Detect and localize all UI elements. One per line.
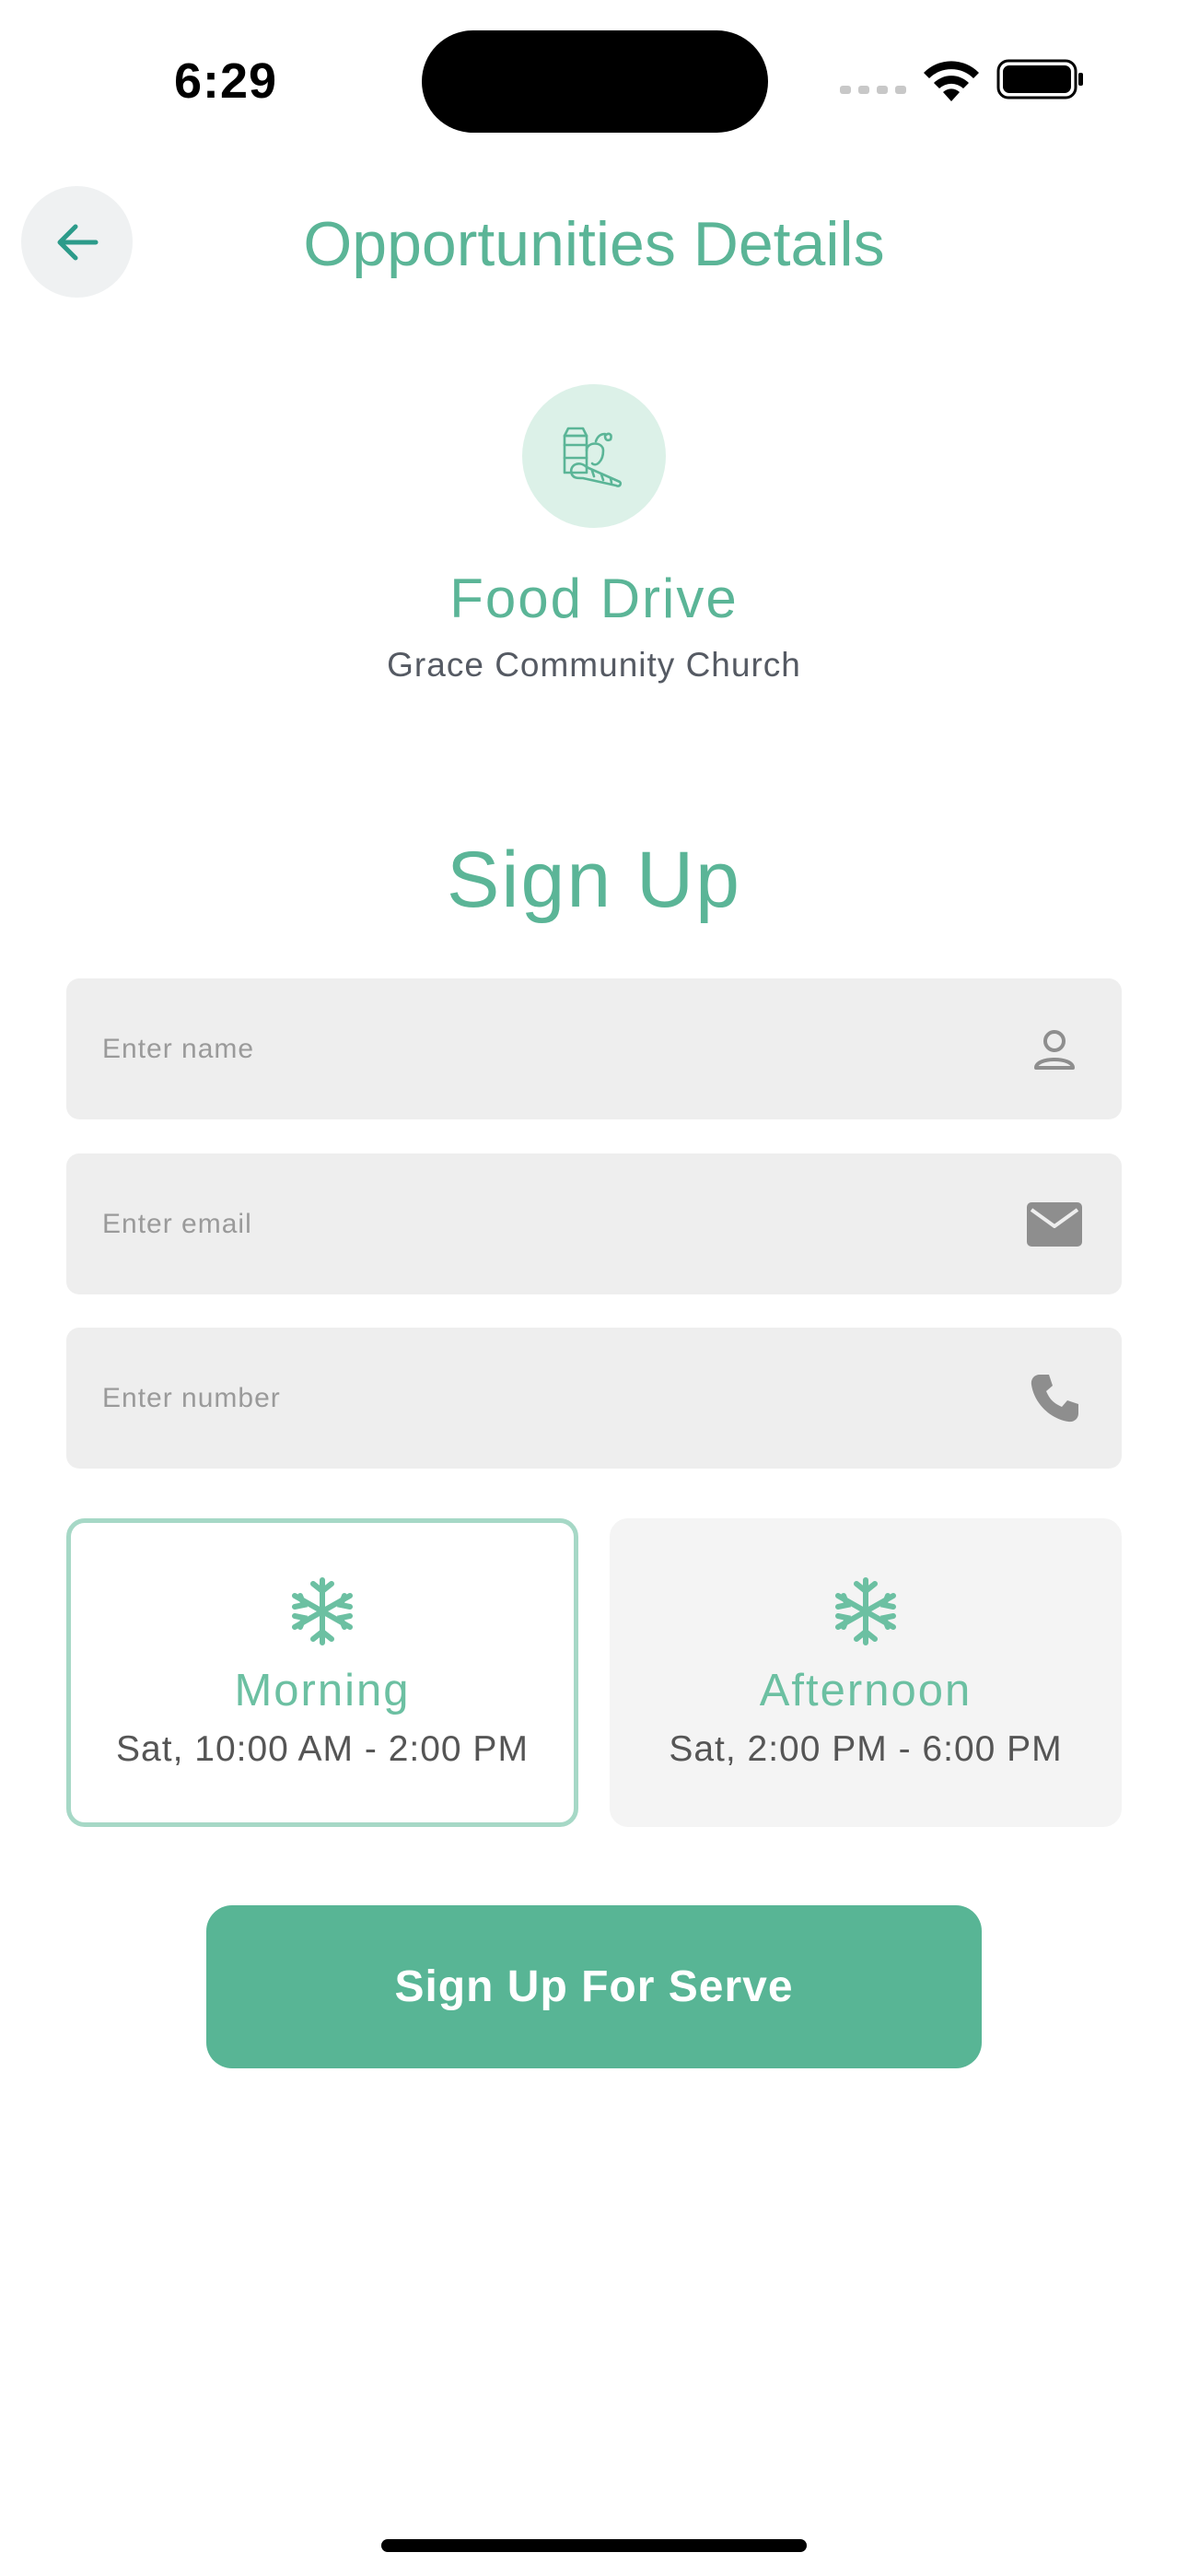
email-field[interactable]	[66, 1153, 1122, 1295]
name-field[interactable]	[66, 978, 1122, 1120]
shift-card-afternoon[interactable]: Afternoon Sat, 2:00 PM - 6:00 PM	[610, 1518, 1122, 1827]
home-indicator[interactable]	[381, 2539, 807, 2552]
mail-icon	[1022, 1192, 1087, 1257]
shift-label: Morning	[234, 1666, 411, 1715]
shift-time: Sat, 10:00 AM - 2:00 PM	[116, 1729, 529, 1769]
number-field[interactable]	[66, 1327, 1122, 1469]
snowflake-icon	[292, 1577, 353, 1645]
dynamic-island	[422, 30, 768, 133]
opportunity-organization: Grace Community Church	[387, 646, 801, 684]
opportunity-name: Food Drive	[449, 568, 739, 629]
page-title: Opportunities Details	[303, 209, 885, 279]
back-button[interactable]	[21, 186, 133, 298]
name-input[interactable]	[100, 978, 1022, 1120]
email-input[interactable]	[100, 1153, 1022, 1295]
person-icon	[1022, 1017, 1087, 1082]
signup-heading: Sign Up	[447, 836, 741, 924]
shift-time: Sat, 2:00 PM - 6:00 PM	[669, 1729, 1063, 1769]
grocery-bag-icon	[563, 427, 623, 487]
opportunity-avatar	[522, 384, 666, 528]
arrow-left-icon	[57, 224, 98, 260]
shift-label: Afternoon	[759, 1666, 973, 1715]
wifi-icon	[924, 61, 979, 101]
status-bar-time: 6:29	[173, 53, 278, 109]
phone-icon	[1022, 1366, 1087, 1431]
sign-up-for-serve-button[interactable]: Sign Up For Serve	[206, 1905, 982, 2068]
snowflake-icon	[835, 1577, 896, 1645]
number-input[interactable]	[100, 1327, 1022, 1469]
battery-icon	[996, 59, 1083, 100]
shift-card-morning[interactable]: Morning Sat, 10:00 AM - 2:00 PM	[66, 1518, 578, 1827]
cellular-signal-icon	[840, 86, 906, 94]
